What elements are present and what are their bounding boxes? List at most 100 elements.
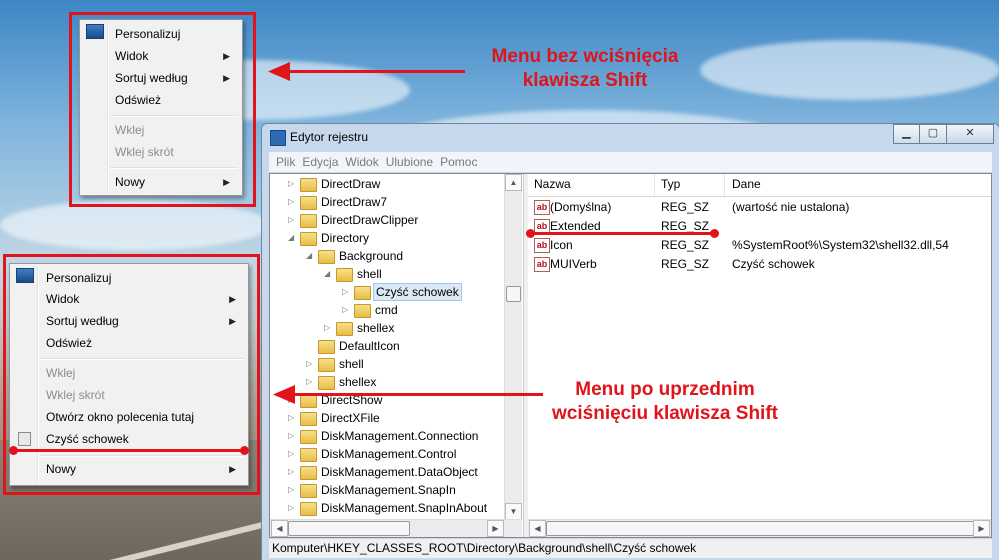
menu-item-personalizuj[interactable]: Personalizuj [82,23,240,45]
tree-node-label: Directory [321,231,370,245]
expand-toggle-icon[interactable]: ▷ [288,481,298,499]
submenu-arrow-icon: ▶ [229,316,236,326]
value-row[interactable]: ab MUIVerb REG_SZ Czyść schowek [528,255,991,274]
expand-toggle-icon[interactable]: ▷ [288,175,298,193]
column-headers: Nazwa Typ Dane [528,174,991,197]
value-data: %SystemRoot%\System32\shell32.dll,54 [732,238,949,252]
expand-toggle-icon[interactable]: ▷ [342,283,352,301]
menu-item-odswiez[interactable]: Odśwież [12,332,246,354]
values-horizontal-scrollbar[interactable]: ◀ ▶ [528,519,991,537]
value-row[interactable]: ab (Domyślna) REG_SZ (wartość nie ustalona) [528,198,991,217]
column-divider[interactable] [724,174,725,196]
submenu-arrow-icon: ▶ [229,294,236,304]
expand-toggle-icon[interactable]: ▷ [288,427,298,445]
tree-vertical-scrollbar[interactable]: ▲ ▼ [504,174,522,520]
expand-toggle-icon[interactable]: ◢ [306,247,316,265]
expand-toggle-icon[interactable]: ▷ [288,463,298,481]
menu-item-wklej[interactable]: Wklej [82,119,240,141]
scroll-down-button[interactable]: ▼ [505,503,522,520]
menu-edycja[interactable]: Edycja [302,152,338,172]
folder-icon [318,376,335,390]
folder-icon [354,286,371,300]
annotation-bottom: Menu po uprzednim wciśnięciu klawisza Sh… [520,378,810,426]
menu-item-label: Sortuj według [46,314,119,328]
expand-toggle-icon[interactable]: ◢ [288,229,298,247]
expand-toggle-icon[interactable]: ▷ [342,301,352,319]
folder-icon [318,340,335,354]
folder-icon [336,322,353,336]
menu-item-label: Wklej [115,123,145,137]
column-header-dane[interactable]: Dane [732,177,761,191]
key-tree: ▷ DirectDraw ▷ DirectDraw7 ▷ DirectDrawClippe… [270,174,522,537]
menu-item-widok[interactable]: Widok ▶ [82,45,240,67]
tree-node-label: DiskManagement.Connection [321,429,479,443]
menu-item-label: Wklej skrót [46,388,105,402]
column-header-nazwa[interactable]: Nazwa [534,177,571,191]
scroll-up-button[interactable]: ▲ [505,174,522,191]
value-row[interactable]: ab Icon REG_SZ %SystemRoot%\System32\shell3… [528,236,991,255]
folder-icon [300,196,317,210]
menu-item-czysc-schowek[interactable]: Czyść schowek [12,428,246,450]
title-bar: Edytor rejestru ▁ ▢ ✕ [262,124,999,150]
menu-item-odswiez[interactable]: Odśwież [82,89,240,111]
menu-item-label: Widok [115,49,149,63]
maximize-button[interactable]: ▢ [919,124,947,144]
scroll-right-button[interactable]: ▶ [973,520,990,537]
value-data: Czyść schowek [732,257,815,271]
folder-icon [300,466,317,480]
annotation-arrow-top [285,70,465,73]
menu-item-otworz-okno-polecenia[interactable]: Otwórz okno polecenia tutaj [12,406,246,428]
expand-toggle-icon[interactable]: ▷ [288,409,298,427]
menu-item-sortuj[interactable]: Sortuj według ▶ [12,310,246,332]
expand-toggle-icon[interactable]: ▷ [288,193,298,211]
tree-node-label: DirectDraw [321,177,381,191]
menu-item-nowy[interactable]: Nowy ▶ [82,171,240,193]
registry-editor-window: Edytor rejestru ▁ ▢ ✕ Plik Edycja Widok Ulu… [261,123,999,560]
tree-horizontal-scrollbar[interactable]: ◀ ▶ [270,519,522,537]
column-divider[interactable] [654,174,655,196]
menu-item-label: Wklej skrót [115,145,174,159]
menu-item-wklej-skrot[interactable]: Wklej skrót [82,141,240,163]
menu-item-wklej-skrot[interactable]: Wklej skrót [12,384,246,406]
tree-node-label: Background [339,249,404,263]
minimize-button[interactable]: ▁ [893,124,920,144]
menu-item-wklej[interactable]: Wklej [12,362,246,384]
expand-toggle-icon[interactable]: ◢ [324,265,334,283]
expand-toggle-icon[interactable]: ▷ [324,319,334,337]
tree-node-label: shell [339,357,364,371]
menu-plik[interactable]: Plik [276,152,295,172]
expand-toggle-icon[interactable]: ▷ [288,445,298,463]
scroll-right-button[interactable]: ▶ [487,520,504,537]
folder-icon [300,502,317,516]
expand-toggle-icon[interactable]: ▷ [288,211,298,229]
menu-separator [40,358,244,360]
menu-ulubione[interactable]: Ulubione [386,152,433,172]
expand-toggle-icon[interactable]: ▷ [288,499,298,517]
close-button[interactable]: ✕ [946,124,994,144]
menu-item-sortuj[interactable]: Sortuj według ▶ [82,67,240,89]
window-title: Edytor rejestru [290,130,369,144]
value-type: REG_SZ [661,238,710,252]
folder-icon [300,430,317,444]
menu-pomoc[interactable]: Pomoc [440,152,477,172]
underline-endpoint [9,446,18,455]
expand-toggle-icon[interactable]: ▷ [306,355,316,373]
column-header-typ[interactable]: Typ [661,177,680,191]
menu-item-widok[interactable]: Widok ▶ [12,288,246,310]
scroll-thumb[interactable] [506,286,521,302]
scroll-left-button[interactable]: ◀ [529,520,546,537]
scroll-thumb[interactable] [546,521,988,536]
status-bar-path: Komputer\HKEY_CLASSES_ROOT\Directory\Bac… [269,539,992,558]
menu-widok[interactable]: Widok [345,152,378,172]
regedit-icon [270,130,286,146]
submenu-arrow-icon: ▶ [223,177,230,187]
expand-toggle-icon[interactable]: ▷ [306,373,316,391]
folder-icon [300,412,317,426]
tree-node-label: DiskManagement.DataObject [321,465,478,479]
scroll-left-button[interactable]: ◀ [271,520,288,537]
menu-item-personalizuj[interactable]: Personalizuj [12,267,246,289]
arrowhead-bottom-icon [273,385,295,404]
value-name: MUIVerb [550,257,597,271]
menu-item-nowy[interactable]: Nowy ▶ [12,458,246,480]
scroll-thumb[interactable] [288,521,410,536]
